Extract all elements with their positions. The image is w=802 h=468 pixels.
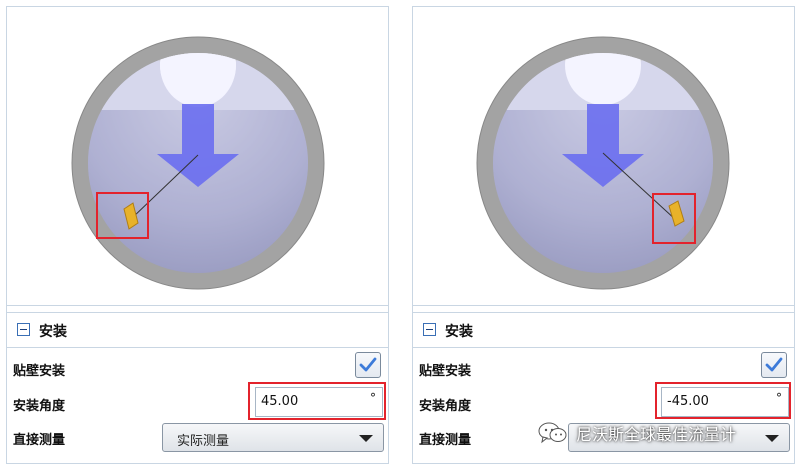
direct-measure-label: 直接测量 [13, 433, 66, 448]
install-angle-value: -45.00 [667, 394, 709, 409]
wall-mount-label: 贴壁安装 [419, 364, 472, 379]
pipe-cross-section [476, 36, 730, 290]
check-icon [359, 357, 377, 372]
pipe-viewport[interactable] [7, 7, 388, 306]
collapse-toggle-icon[interactable] [17, 323, 30, 336]
direct-measure-select[interactable]: 实际测量 [162, 423, 384, 452]
wall-mount-checkbox[interactable] [355, 352, 381, 378]
left-panel: 安装 贴壁安装 安装角度 45.00 ° 直接测量 实际测量 [6, 6, 389, 464]
watermark-text: 尼沃斯全球最佳流量计 [576, 425, 737, 444]
degree-unit: ° [776, 391, 782, 405]
check-icon [765, 357, 783, 372]
direct-measure-label: 直接测量 [419, 433, 472, 448]
chevron-down-icon [765, 435, 779, 442]
degree-unit: ° [370, 391, 376, 405]
pipe-viewport[interactable] [413, 7, 794, 306]
chevron-down-icon [359, 435, 373, 442]
watermark: 尼沃斯全球最佳流量计 [538, 416, 736, 450]
install-angle-label: 安装角度 [419, 399, 472, 414]
wechat-icon [538, 422, 567, 444]
install-angle-input[interactable]: 45.00 ° [255, 387, 383, 417]
direct-measure-value: 实际测量 [177, 434, 230, 449]
section-header-install[interactable]: 安装 [7, 312, 388, 348]
wall-mount-label: 贴壁安装 [13, 364, 66, 379]
install-angle-input[interactable]: -45.00 ° [661, 387, 789, 417]
pipe-cross-section [71, 36, 325, 290]
section-title: 安装 [445, 324, 473, 340]
install-angle-label: 安装角度 [13, 399, 66, 414]
section-header-install[interactable]: 安装 [413, 312, 794, 348]
collapse-toggle-icon[interactable] [423, 323, 436, 336]
section-title: 安装 [39, 324, 67, 340]
wall-mount-checkbox[interactable] [761, 352, 787, 378]
right-panel: 安装 贴壁安装 安装角度 -45.00 ° 直接测量 [412, 6, 795, 464]
install-angle-value: 45.00 [261, 394, 299, 409]
